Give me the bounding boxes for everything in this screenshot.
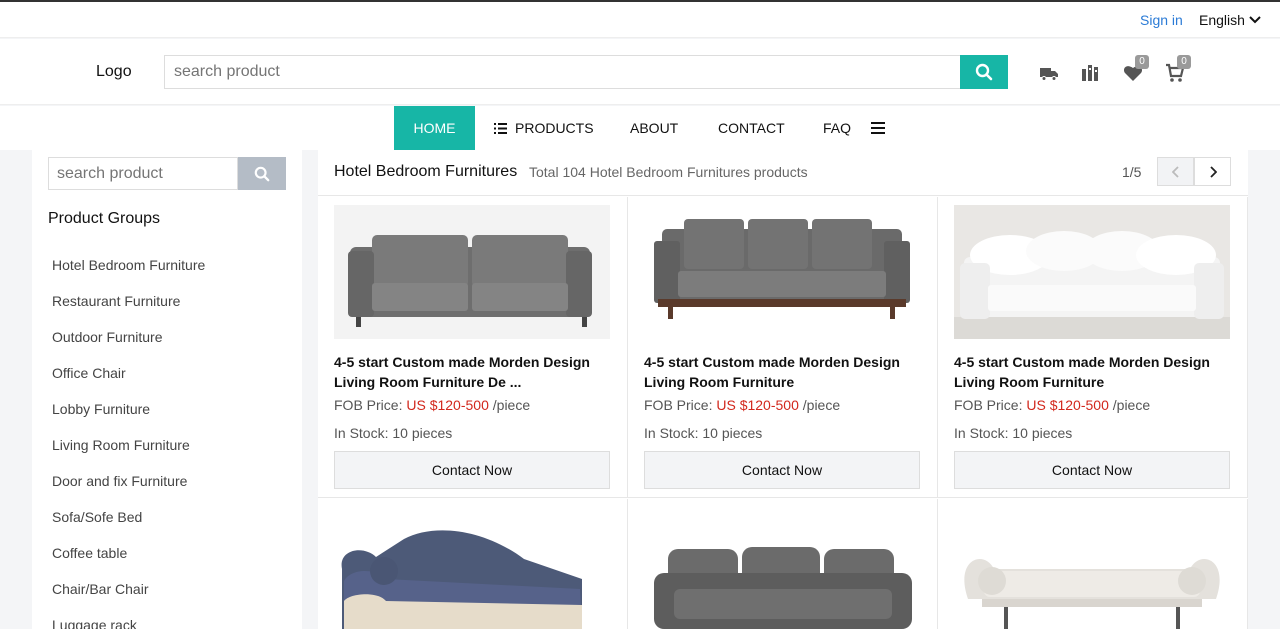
list-icon <box>494 122 507 134</box>
compare-button[interactable] <box>1081 63 1101 83</box>
sidebar-item-luggage-rack[interactable]: Luggage rack <box>52 615 205 629</box>
listing-header: Hotel Bedroom Furnitures Total 104 Hotel… <box>318 150 1248 196</box>
category-title: Hotel Bedroom Furnitures <box>334 163 518 180</box>
nav-products[interactable]: PRODUCTS <box>494 106 594 150</box>
hamburger-menu-icon <box>871 122 885 134</box>
bench-image <box>964 559 1220 629</box>
sidebar-item-hotel-bedroom-furniture[interactable]: Hotel Bedroom Furniture <box>52 255 205 291</box>
wishlist-count-badge: 0 <box>1135 55 1149 69</box>
sidebar-item-office-chair[interactable]: Office Chair <box>52 363 205 399</box>
product-card: 4-5 start Custom made Morden Design Livi… <box>938 197 1248 498</box>
language-selector[interactable]: English <box>1199 12 1261 28</box>
sofa-image <box>954 231 1230 339</box>
product-groups-list: Hotel Bedroom Furniture Restaurant Furni… <box>52 255 205 629</box>
product-stock: In Stock: 10 pieces <box>334 425 453 441</box>
sidebar-search-button[interactable] <box>238 157 286 190</box>
chevron-right-icon <box>1209 165 1217 178</box>
product-title[interactable]: 4-5 start Custom made Morden Design Livi… <box>954 352 1234 392</box>
product-image[interactable] <box>954 205 1230 339</box>
product-card: 4-5 start Custom made Morden Design Livi… <box>628 197 938 498</box>
cart-count-badge: 0 <box>1177 55 1191 69</box>
price-label: FOB Price: <box>644 397 713 413</box>
language-label: English <box>1199 12 1245 28</box>
prev-page-button[interactable] <box>1157 157 1194 186</box>
product-price: FOB Price: US $120-500 /piece <box>334 397 530 413</box>
compare-icon <box>1082 65 1098 81</box>
chevron-left-icon <box>1171 165 1179 178</box>
cart-button[interactable]: 0 <box>1165 55 1191 83</box>
site-header: Logo 0 0 <box>0 39 1280 105</box>
product-groups-title: Product Groups <box>48 210 161 227</box>
product-title[interactable]: 4-5 start Custom made Morden Design Livi… <box>644 352 924 392</box>
product-price: FOB Price: US $120-500 /piece <box>954 397 1150 413</box>
price-value: US $120-500 <box>716 397 799 413</box>
wishlist-button[interactable]: 0 <box>1123 55 1149 83</box>
product-card <box>938 499 1248 629</box>
product-stock: In Stock: 10 pieces <box>644 425 763 441</box>
nav-about[interactable]: ABOUT <box>630 106 678 150</box>
product-price: FOB Price: US $120-500 /piece <box>644 397 840 413</box>
price-label: FOB Price: <box>334 397 403 413</box>
logo[interactable]: Logo <box>96 63 132 81</box>
category-total: Total 104 Hotel Bedroom Furnitures produ… <box>529 164 808 180</box>
sidebar-item-lobby-furniture[interactable]: Lobby Furniture <box>52 399 205 435</box>
product-card: 4-5 start Custom made Morden Design Livi… <box>318 197 628 498</box>
sidebar-item-coffee-table[interactable]: Coffee table <box>52 543 205 579</box>
contact-now-button[interactable]: Contact Now <box>334 451 610 489</box>
price-unit: /piece <box>1112 397 1151 413</box>
contact-now-button[interactable]: Contact Now <box>954 451 1230 489</box>
search-button[interactable] <box>960 55 1008 89</box>
product-card <box>628 499 938 629</box>
price-unit: /piece <box>492 397 531 413</box>
sidebar-item-outdoor-furniture[interactable]: Outdoor Furniture <box>52 327 205 363</box>
product-stock: In Stock: 10 pieces <box>954 425 1073 441</box>
price-value: US $120-500 <box>1026 397 1109 413</box>
sidebar-search-input[interactable] <box>48 157 238 190</box>
search-input[interactable] <box>164 55 961 89</box>
price-label: FOB Price: <box>954 397 1023 413</box>
sidebar-item-door-and-fix-furniture[interactable]: Door and fix Furniture <box>52 471 205 507</box>
sidebar: Product Groups Hotel Bedroom Furniture R… <box>32 150 302 629</box>
nav-faq[interactable]: FAQ <box>823 106 851 150</box>
nav-contact[interactable]: CONTACT <box>718 106 785 150</box>
sofa-image <box>654 219 910 319</box>
product-image[interactable] <box>954 509 1230 629</box>
product-image[interactable] <box>334 509 610 629</box>
product-image[interactable] <box>334 205 610 339</box>
sidebar-item-sofa-bed[interactable]: Sofa/Sofe Bed <box>52 507 205 543</box>
nav-products-label: PRODUCTS <box>515 120 594 136</box>
truck-icon <box>1040 68 1058 81</box>
sofa-image <box>348 235 592 327</box>
product-card <box>318 499 628 629</box>
search-icon <box>254 166 270 181</box>
nav-home[interactable]: HOME <box>394 106 475 150</box>
sign-in-link[interactable]: Sign in <box>1140 12 1183 28</box>
search-icon <box>975 63 993 81</box>
chaise-lounge-image <box>341 530 582 629</box>
price-value: US $120-500 <box>406 397 489 413</box>
contact-now-button[interactable]: Contact Now <box>644 451 920 489</box>
sofa-image <box>654 547 912 629</box>
product-image[interactable] <box>644 205 920 339</box>
chevron-down-icon <box>1249 16 1261 24</box>
product-image[interactable] <box>644 509 920 629</box>
main-nav: HOME PRODUCTS ABOUT CONTACT FAQ <box>0 106 1280 150</box>
nav-more-button[interactable] <box>871 106 885 150</box>
product-listing: Hotel Bedroom Furnitures Total 104 Hotel… <box>318 150 1248 629</box>
sidebar-item-chair-bar-chair[interactable]: Chair/Bar Chair <box>52 579 205 615</box>
sidebar-item-restaurant-furniture[interactable]: Restaurant Furniture <box>52 291 205 327</box>
shipping-button[interactable] <box>1039 63 1059 83</box>
product-title[interactable]: 4-5 start Custom made Morden Design Livi… <box>334 352 614 392</box>
page-indicator: 1/5 <box>1122 164 1142 180</box>
top-bar: Sign in English <box>0 2 1280 38</box>
price-unit: /piece <box>802 397 841 413</box>
sidebar-item-living-room-furniture[interactable]: Living Room Furniture <box>52 435 205 471</box>
next-page-button[interactable] <box>1194 157 1231 186</box>
